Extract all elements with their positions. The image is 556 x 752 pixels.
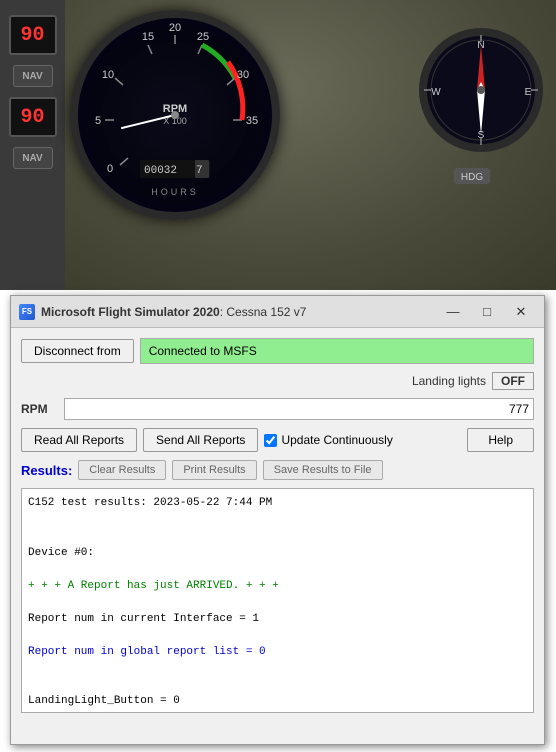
title-bar-text: Microsoft Flight Simulator 2020: Cessna … [41, 305, 432, 319]
help-button[interactable]: Help [467, 428, 534, 452]
svg-text:5: 5 [95, 115, 101, 127]
disconnect-button[interactable]: Disconnect from [21, 339, 134, 363]
title-bar: FS Microsoft Flight Simulator 2020: Cess… [11, 296, 544, 328]
left-instrument-panel: 90 NAV 90 NAV [0, 0, 65, 290]
svg-text:35: 35 [246, 115, 258, 127]
results-line: + + + A Report has just ARRIVED. + + + [28, 578, 527, 595]
rpm-input[interactable] [64, 398, 534, 420]
rpm-row: RPM [21, 398, 534, 420]
svg-text:30: 30 [237, 69, 249, 81]
window-content: Disconnect from Connected to MSFS Landin… [11, 328, 544, 723]
status-field: Connected to MSFS [140, 338, 534, 364]
save-results-button[interactable]: Save Results to File [263, 460, 383, 480]
print-results-button[interactable]: Print Results [172, 460, 256, 480]
app-subtitle: Cessna 152 v7 [226, 305, 306, 319]
svg-text:20: 20 [169, 22, 181, 34]
action-row: Read All Reports Send All Reports Update… [21, 428, 534, 452]
clear-results-button[interactable]: Clear Results [78, 460, 166, 480]
app-icon: FS [19, 304, 35, 320]
landing-lights-value: OFF [492, 372, 534, 390]
compass-svg: N E S W HDG [416, 20, 546, 220]
status-text: Connected to MSFS [149, 344, 257, 358]
update-continuously-checkbox[interactable] [264, 434, 277, 447]
read-all-reports-button[interactable]: Read All Reports [21, 428, 137, 452]
close-button[interactable]: ✕ [506, 301, 536, 323]
landing-lights-row: Landing lights OFF [21, 372, 534, 390]
results-area[interactable]: C152 test results: 2023-05-22 7:44 PM Dev… [21, 488, 534, 713]
landing-lights-label: Landing lights [412, 374, 486, 388]
svg-text:00032: 00032 [144, 165, 177, 177]
svg-text:0: 0 [107, 163, 113, 175]
app-name: Microsoft Flight Simulator 2020 [41, 305, 220, 319]
results-line: LandingLight_Button = 0 [28, 693, 527, 710]
svg-text:7: 7 [196, 165, 203, 177]
results-title: Results: [21, 463, 72, 478]
minimize-button[interactable]: — [438, 301, 468, 323]
results-line: Report num in current Interface = 1 [28, 611, 527, 628]
main-window: FS Microsoft Flight Simulator 2020: Cess… [10, 295, 545, 745]
title-bar-buttons: — □ ✕ [438, 301, 536, 323]
svg-text:HDG: HDG [461, 172, 483, 183]
maximize-button[interactable]: □ [472, 301, 502, 323]
send-all-reports-button[interactable]: Send All Reports [143, 428, 258, 452]
compass-gauge-area: N E S W HDG [416, 20, 556, 270]
svg-text:E: E [525, 87, 532, 98]
update-continuously-label: Update Continuously [281, 433, 392, 447]
results-line: Device #0: [28, 545, 527, 562]
results-line: Report num in global report list = 0 [28, 644, 527, 661]
svg-text:W: W [431, 87, 441, 98]
svg-text:10: 10 [102, 69, 114, 81]
rpm-gauge: 0 5 10 15 20 25 30 35 RPM X 100 00032 7 [70, 10, 280, 220]
gauge-svg: 0 5 10 15 20 25 30 35 RPM X 100 00032 7 [80, 20, 270, 210]
nav-button-1[interactable]: NAV [13, 65, 53, 87]
rpm-label: RPM [21, 402, 56, 416]
rpm-gauge-area: 0 5 10 15 20 25 30 35 RPM X 100 00032 7 [70, 10, 290, 270]
nav-button-2[interactable]: NAV [13, 147, 53, 169]
results-header: Results: Clear Results Print Results Sav… [21, 460, 534, 480]
svg-text:HOURS: HOURS [151, 187, 199, 197]
connect-row: Disconnect from Connected to MSFS [21, 338, 534, 364]
update-continuously-row: Update Continuously [264, 433, 392, 447]
results-line: C152 test results: 2023-05-22 7:44 PM [28, 495, 527, 512]
instrument-display-2: 90 [9, 97, 57, 137]
instrument-display-1: 90 [9, 15, 57, 55]
svg-text:15: 15 [142, 31, 154, 43]
svg-text:25: 25 [197, 31, 209, 43]
cockpit-background: 90 NAV 90 NAV [0, 0, 556, 290]
